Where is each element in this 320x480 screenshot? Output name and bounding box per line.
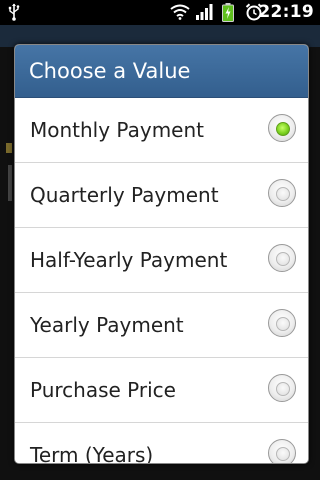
status-bar: 22:19 xyxy=(0,0,320,25)
radio-button[interactable] xyxy=(268,179,296,207)
option-label: Yearly Payment xyxy=(30,313,184,337)
option-term-years[interactable]: Term (Years) xyxy=(15,423,308,464)
option-label: Half-Yearly Payment xyxy=(30,248,228,272)
signal-icon xyxy=(195,4,213,24)
radio-indicator xyxy=(276,317,290,331)
usb-icon xyxy=(8,3,20,25)
radio-button[interactable] xyxy=(268,309,296,337)
option-yearly-payment[interactable]: Yearly Payment xyxy=(15,293,308,358)
option-list[interactable]: Monthly Payment Quarterly Payment Half-Y… xyxy=(15,98,308,464)
background-app-element xyxy=(8,165,12,201)
option-label: Term (Years) xyxy=(30,443,154,464)
radio-indicator xyxy=(276,122,290,136)
option-monthly-payment[interactable]: Monthly Payment xyxy=(15,98,308,163)
dialog-title: Choose a Value xyxy=(15,45,308,98)
option-purchase-price[interactable]: Purchase Price xyxy=(15,358,308,423)
radio-indicator xyxy=(276,447,290,461)
choose-value-dialog: Choose a Value Monthly Payment Quarterly… xyxy=(14,44,309,464)
wifi-icon xyxy=(170,4,190,24)
battery-charging-icon xyxy=(222,3,234,26)
radio-button[interactable] xyxy=(268,244,296,272)
radio-button-checked[interactable] xyxy=(268,114,296,142)
option-label: Quarterly Payment xyxy=(30,183,219,207)
radio-button[interactable] xyxy=(268,374,296,402)
radio-indicator xyxy=(276,187,290,201)
radio-button[interactable] xyxy=(268,439,296,463)
option-half-yearly-payment[interactable]: Half-Yearly Payment xyxy=(15,228,308,293)
option-quarterly-payment[interactable]: Quarterly Payment xyxy=(15,163,308,228)
radio-indicator xyxy=(276,252,290,266)
status-clock: 22:19 xyxy=(258,2,314,22)
background-app-element xyxy=(6,143,12,153)
option-label: Monthly Payment xyxy=(30,118,204,142)
option-label: Purchase Price xyxy=(30,378,176,402)
radio-indicator xyxy=(276,382,290,396)
